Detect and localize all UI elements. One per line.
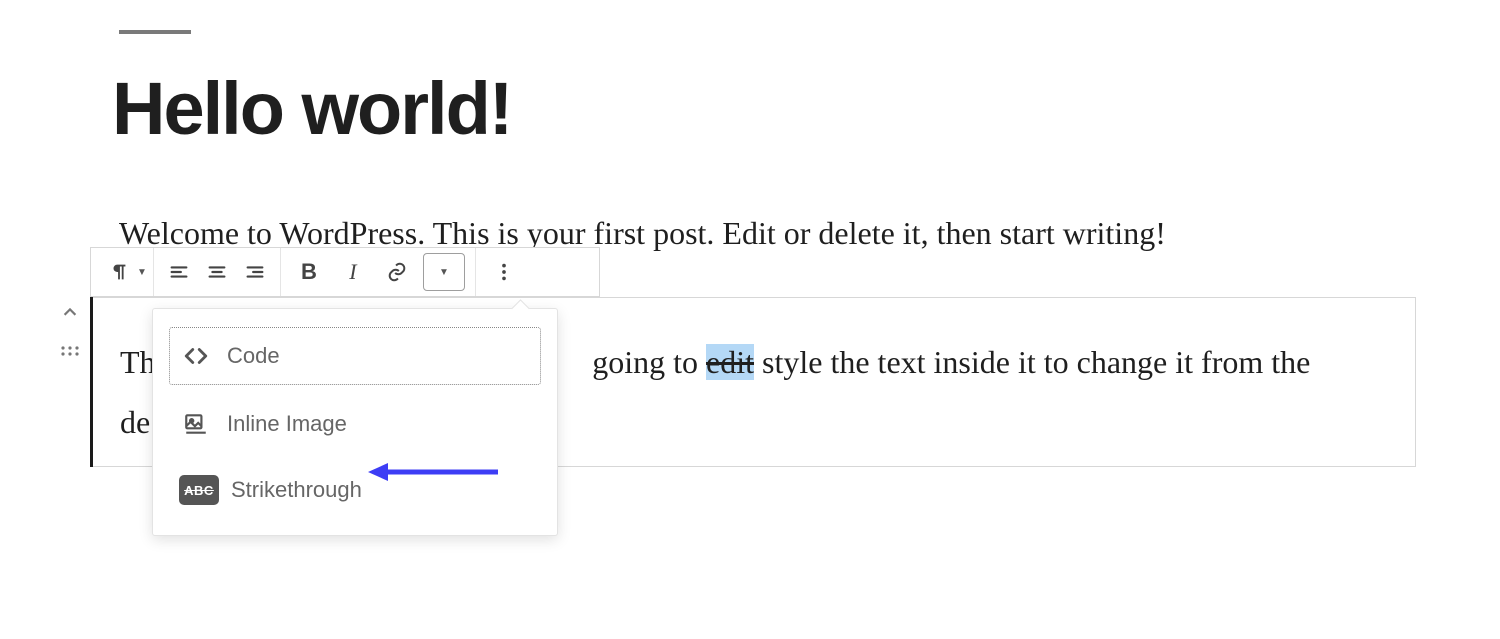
block-type-paragraph-button[interactable] bbox=[97, 250, 141, 294]
italic-button[interactable]: I bbox=[331, 250, 375, 294]
align-left-button[interactable] bbox=[160, 250, 198, 294]
code-icon bbox=[179, 339, 213, 373]
strikethrough-icon: ABC bbox=[179, 475, 219, 505]
more-formats-dropdown-menu: Code Inline Image ABC Strikethrough bbox=[152, 308, 558, 536]
para-text-seg: Th bbox=[120, 344, 156, 380]
bold-button[interactable]: B bbox=[287, 250, 331, 294]
more-formats-dropdown-button[interactable]: ▼ bbox=[423, 253, 465, 291]
chevron-down-icon: ▼ bbox=[439, 267, 449, 278]
menu-item-label: Code bbox=[227, 343, 280, 369]
para-text-seg: style the text inside it to change it fr… bbox=[754, 344, 1310, 380]
post-title[interactable]: Hello world! bbox=[112, 66, 511, 151]
drag-handle[interactable] bbox=[56, 341, 84, 361]
inline-image-icon bbox=[179, 407, 213, 441]
para-text-seg: going to bbox=[592, 344, 706, 380]
block-options-button[interactable] bbox=[482, 250, 526, 294]
menu-item-label: Strikethrough bbox=[231, 477, 362, 503]
menu-item-label: Inline Image bbox=[227, 411, 347, 437]
title-divider bbox=[119, 30, 191, 34]
block-toolbar: ▼ B I ▼ bbox=[90, 247, 600, 297]
menu-item-inline-image[interactable]: Inline Image bbox=[169, 395, 541, 453]
move-up-button[interactable] bbox=[56, 303, 84, 323]
block-mover bbox=[56, 303, 84, 361]
align-right-button[interactable] bbox=[236, 250, 274, 294]
block-type-caret-icon: ▼ bbox=[137, 267, 147, 278]
block-selected-indicator bbox=[90, 297, 93, 467]
selected-strikethrough-text: edit bbox=[706, 344, 754, 380]
para-text-seg: de bbox=[120, 404, 150, 440]
align-center-button[interactable] bbox=[198, 250, 236, 294]
menu-item-code[interactable]: Code bbox=[169, 327, 541, 385]
link-button[interactable] bbox=[375, 250, 419, 294]
annotation-arrow bbox=[368, 459, 500, 485]
